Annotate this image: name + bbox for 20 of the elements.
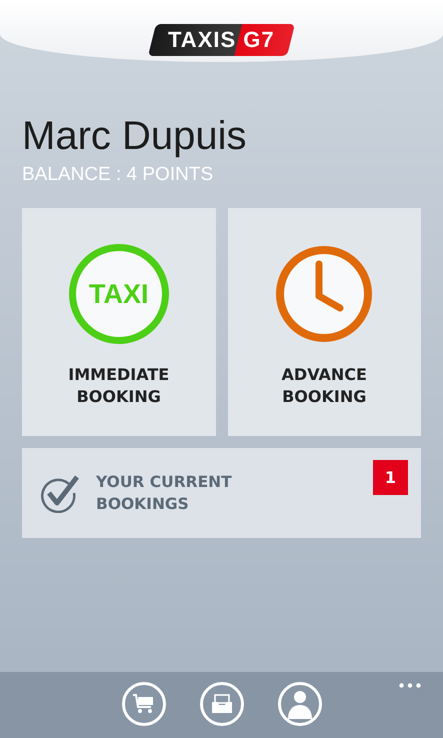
cart-icon — [132, 693, 156, 715]
person-icon — [286, 689, 312, 719]
tray-button[interactable] — [200, 682, 244, 726]
more-icon[interactable] — [399, 683, 421, 688]
balance-text: BALANCE : 4 POINTS — [22, 164, 214, 186]
clock-icon — [274, 244, 374, 344]
cart-button[interactable] — [122, 682, 166, 726]
user-name: Marc Dupuis — [22, 114, 248, 158]
check-icon — [40, 473, 80, 513]
current-bookings-panel[interactable]: YOUR CURRENT BOOKINGS 1 — [22, 448, 421, 538]
bookings-label: YOUR CURRENT BOOKINGS — [96, 472, 232, 515]
tray-icon — [210, 693, 234, 715]
taxi-sign: TAXI — [68, 244, 169, 344]
tile-label: IMMEDIATE BOOKING — [68, 364, 170, 408]
person-button[interactable] — [278, 682, 322, 726]
logo: TAXIS G7 — [148, 24, 295, 56]
booking-tile[interactable]: TAXI IMMEDIATE BOOKING — [22, 208, 216, 436]
booking-tile[interactable]: ADVANCE BOOKING — [228, 208, 421, 436]
count-badge: 1 — [373, 460, 408, 495]
tile-label: ADVANCE BOOKING — [282, 364, 367, 408]
